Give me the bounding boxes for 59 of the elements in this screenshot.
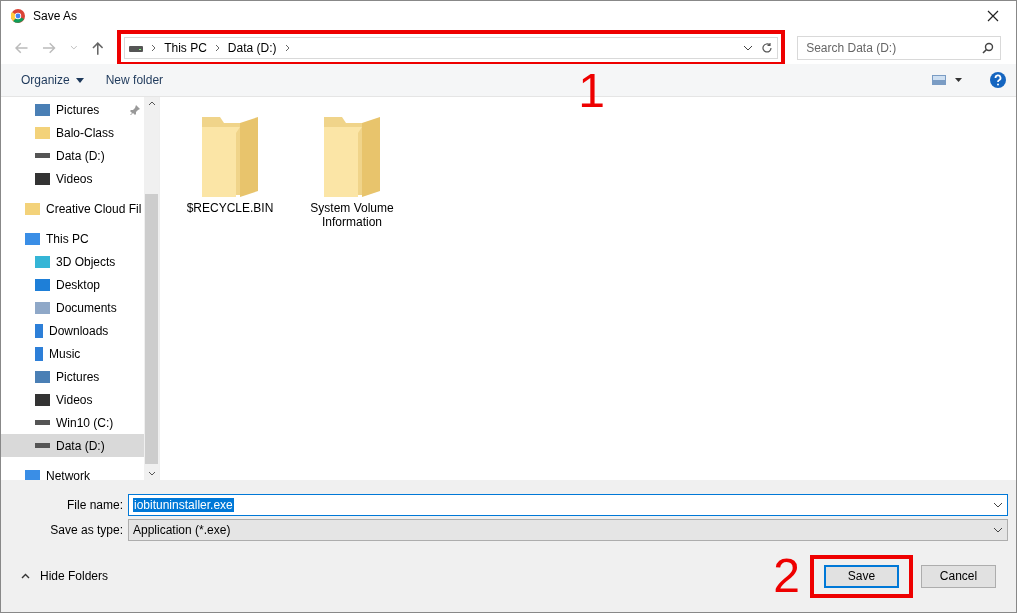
annotation-number: 1 <box>578 67 605 115</box>
folder-item[interactable]: System Volume Information <box>302 115 402 229</box>
sidebar-item[interactable]: Balo-Class <box>1 121 144 144</box>
sidebar-item[interactable]: Music <box>1 342 144 365</box>
annotation-number: 2 <box>773 552 800 600</box>
sidebar-item[interactable]: Downloads <box>1 319 144 342</box>
chevron-right-icon[interactable] <box>214 43 220 52</box>
refresh-icon[interactable] <box>761 41 774 54</box>
sidebar-item[interactable]: Pictures <box>1 98 144 121</box>
search-icon <box>982 41 994 54</box>
folder-item[interactable]: $RECYCLE.BIN <box>180 115 280 215</box>
save-button[interactable]: Save <box>824 564 899 588</box>
chevron-down-icon[interactable] <box>993 526 1003 533</box>
help-icon[interactable] <box>990 72 1006 88</box>
drive-icon <box>35 153 50 158</box>
new-folder-button[interactable]: New folder <box>97 69 172 91</box>
sidebar-item[interactable]: Data (D:) <box>1 144 144 167</box>
sidebar-item[interactable]: Desktop <box>1 273 144 296</box>
sidebar-item[interactable]: Creative Cloud Fil <box>1 197 144 220</box>
organize-menu[interactable]: Organize <box>13 69 92 91</box>
scroll-up-icon[interactable] <box>147 101 156 106</box>
search-field[interactable]: Search Data (D:) <box>797 35 1001 60</box>
sidebar-item[interactable]: Network <box>1 464 144 480</box>
sidebar-item[interactable]: Pictures <box>1 365 144 388</box>
address-bar[interactable]: This PC Data (D:) <box>124 36 779 59</box>
chevron-up-icon <box>21 573 30 579</box>
sidebar-item[interactable]: Videos <box>1 388 144 411</box>
chevron-right-icon[interactable] <box>151 43 157 52</box>
folder-icon <box>324 115 380 197</box>
chevron-right-icon[interactable] <box>284 43 290 52</box>
file-type-dropdown[interactable]: Application (*.exe) <box>128 518 1008 541</box>
breadcrumb[interactable]: This PC <box>164 40 207 55</box>
field-label: File name: <box>65 497 124 512</box>
hide-folders-button[interactable]: Hide Folders <box>15 568 115 584</box>
sidebar-item[interactable]: Data (D:) <box>1 434 144 457</box>
sidebar-item[interactable]: Videos <box>1 167 144 190</box>
sidebar-item[interactable]: 3D Objects <box>1 250 144 273</box>
drive-icon <box>35 420 50 425</box>
file-name-field[interactable]: iobituninstaller.exe <box>128 493 1008 516</box>
view-options-icon[interactable] <box>932 75 962 85</box>
window-title: Save As <box>33 9 78 23</box>
browser-logo-icon <box>11 9 25 23</box>
sidebar-item[interactable]: Documents <box>1 296 144 319</box>
chevron-down-icon[interactable] <box>993 501 1003 508</box>
up-arrow-icon[interactable] <box>91 40 104 55</box>
folder-icon <box>35 126 50 139</box>
sidebar-item[interactable]: Win10 (C:) <box>1 411 144 434</box>
chevron-down-icon[interactable] <box>743 44 754 51</box>
scroll-down-icon[interactable] <box>147 471 156 476</box>
scrollbar[interactable] <box>144 97 159 480</box>
caret-icon <box>75 77 84 83</box>
close-icon <box>987 10 999 22</box>
drive-icon <box>129 43 144 52</box>
cancel-button[interactable]: Cancel <box>921 564 996 588</box>
drive-icon <box>35 443 50 448</box>
field-label: Save as type: <box>49 522 124 537</box>
sidebar-item[interactable]: This PC <box>1 227 144 250</box>
breadcrumb[interactable]: Data (D:) <box>227 40 277 55</box>
folder-icon <box>202 115 258 197</box>
